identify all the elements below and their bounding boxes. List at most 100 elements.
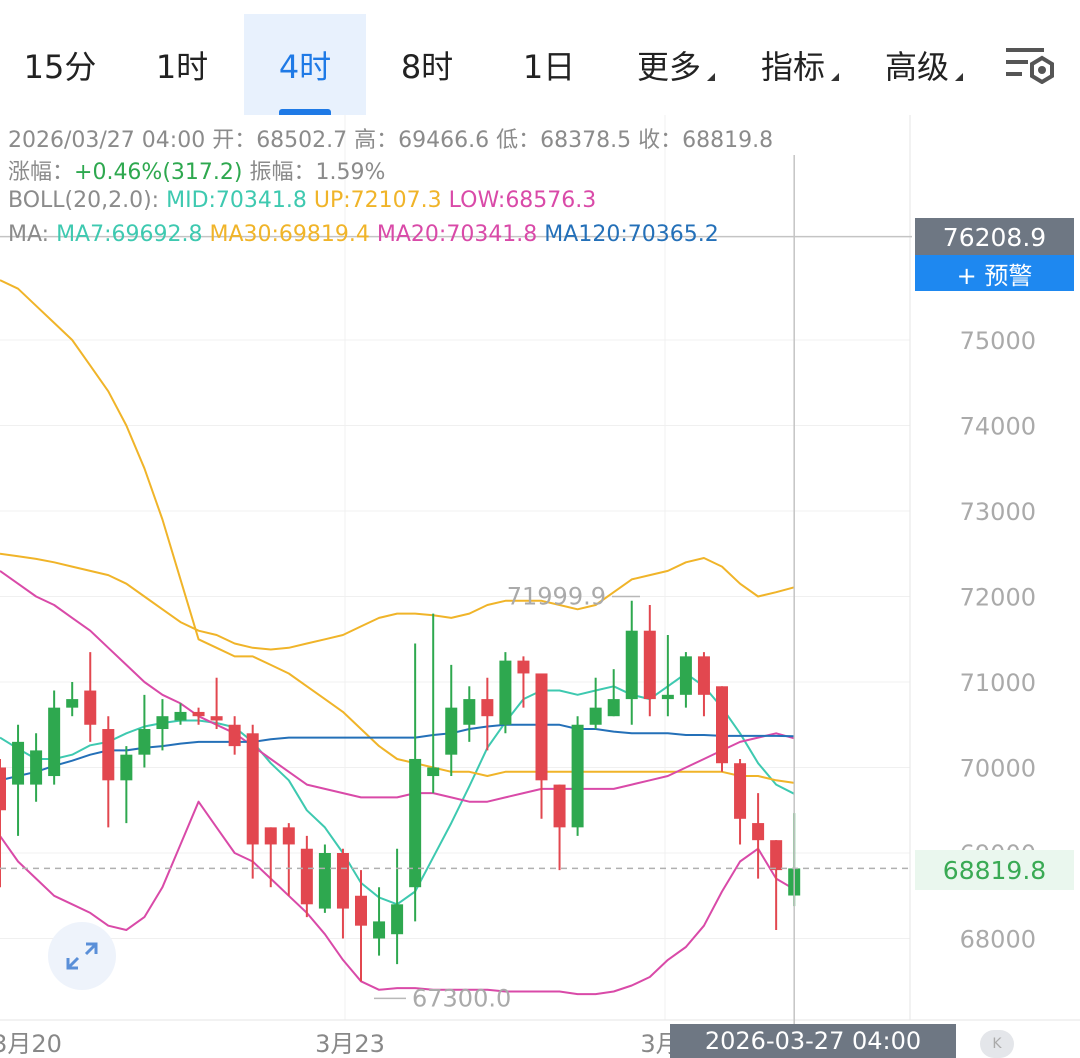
series-line-ma30 [0, 279, 795, 784]
y-tick-label: 75000 [960, 327, 1036, 355]
ma120-value: MA120:70365.2 [537, 222, 719, 247]
candle-body [571, 724, 584, 828]
y-tick-label: 71000 [960, 669, 1036, 697]
boll-mid: MID:70341.8 [166, 188, 307, 213]
kline-chart[interactable]: 7500074000730007200071000700006900068000… [0, 115, 1080, 1058]
tab-8h[interactable]: 8时 [367, 14, 487, 115]
change-label: 涨幅： [8, 160, 75, 185]
candle-body [228, 724, 241, 747]
tab-indicators[interactable]: 指标 [740, 14, 860, 115]
candle-body [0, 767, 6, 811]
tab-label: 更多 [636, 47, 701, 86]
expand-icon [66, 942, 98, 970]
boll-low: LOW:68576.3 [441, 188, 597, 213]
candle-body [661, 694, 674, 700]
y-tick-label: 74000 [960, 413, 1036, 441]
tab-label: 1日 [522, 47, 576, 86]
amplitude-label: 振幅： [242, 160, 316, 185]
boll-info: BOLL(20,2.0): MID:70341.8 UP:72107.3 LOW… [8, 188, 596, 213]
y-tick-label: 73000 [960, 498, 1036, 526]
y-tick-label: 68000 [960, 926, 1036, 954]
chart-settings-icon[interactable] [1004, 44, 1056, 84]
ohlc-info: 2026/03/27 04:00 开：68502.7 高：69466.6 低：6… [8, 128, 774, 153]
high-price-label: 71999.9 [507, 583, 606, 611]
tab-label: 高级 [884, 47, 949, 86]
candle-body [174, 711, 187, 721]
candle-body [264, 827, 277, 845]
candle-body [246, 733, 259, 845]
y-tick-label: 72000 [960, 584, 1036, 612]
fullscreen-button[interactable] [48, 922, 116, 990]
tab-label: 15分 [23, 47, 97, 86]
candle-body [535, 673, 548, 781]
tab-4h[interactable]: 4时 [244, 14, 366, 115]
candle-body [589, 707, 602, 725]
candle-body [156, 716, 169, 730]
candle-body [463, 699, 476, 725]
tab-more[interactable]: 更多 [616, 14, 736, 115]
current-price-tag: 68819.8 [915, 850, 1074, 890]
candle-body [12, 741, 25, 785]
y-tick-label: 70000 [960, 755, 1036, 783]
tab-label: 8时 [400, 47, 454, 86]
candle-body [752, 823, 765, 841]
candle-body [517, 660, 530, 674]
tab-advanced[interactable]: 高级 [864, 14, 984, 115]
candle-body [445, 707, 458, 755]
candle-body [300, 848, 313, 905]
candle-body [643, 630, 656, 700]
candle-body [355, 895, 367, 926]
dropdown-triangle-icon [955, 73, 963, 81]
candle-body [48, 707, 61, 777]
add-alert-button[interactable]: + 预警 [915, 255, 1074, 291]
candle-body [138, 729, 151, 755]
tab-label: 指标 [760, 47, 825, 86]
candle-body [391, 904, 404, 935]
ma20-value: MA20:70341.8 [369, 222, 538, 247]
candle-body [553, 784, 566, 828]
candle-body [318, 853, 331, 909]
tab-15m[interactable]: 15分 [0, 14, 120, 115]
candle-body [499, 660, 512, 725]
candle-body [282, 827, 295, 845]
x-tick-label: 3月20 [0, 1030, 62, 1058]
candle-body [120, 754, 133, 781]
ma7-value: MA7:69692.8 [56, 222, 203, 247]
candle-body [336, 853, 349, 909]
series-line-up [0, 552, 795, 651]
tab-1d[interactable]: 1日 [489, 14, 609, 115]
tab-1h[interactable]: 1时 [122, 14, 242, 115]
ma30-value: MA30:69819.4 [202, 222, 370, 247]
candle-body [481, 699, 494, 717]
candle-body [84, 690, 97, 725]
candle-body [210, 716, 223, 721]
ma-label: MA: [8, 222, 57, 247]
period-tabs: 15分 1时 4时 8时 1日 更多 指标 高级 [0, 0, 1080, 115]
candle-body [625, 630, 638, 700]
x-tick-label: 3月23 [315, 1030, 385, 1058]
candle-body [102, 729, 115, 781]
candle-body [607, 699, 620, 717]
boll-label: BOLL(20,2.0): [8, 188, 167, 213]
crosshair-price-tag: 76208.9 [915, 218, 1074, 256]
candle-body [679, 656, 692, 695]
amplitude-value: 1.59% [315, 160, 386, 185]
change-info: 涨幅：+0.46%(317.2) 振幅：1.59% [8, 154, 385, 186]
candle-body [30, 750, 43, 785]
candle-body [373, 921, 386, 939]
change-value: +0.46%(317.2) [74, 160, 243, 185]
candle-body [697, 656, 710, 695]
dropdown-triangle-icon [831, 73, 839, 81]
candle-body [734, 763, 747, 819]
kline-toggle-button[interactable]: K [980, 1030, 1014, 1058]
ma-info: MA: MA7:69692.8 MA30:69819.4 MA20:70341.… [8, 222, 719, 247]
candle-body [770, 840, 783, 871]
candle-body [427, 767, 440, 777]
dropdown-triangle-icon [707, 73, 715, 81]
boll-up: UP:72107.3 [306, 188, 442, 213]
candle-body [66, 699, 79, 708]
candle-body [716, 686, 728, 764]
tab-label: 1时 [155, 47, 209, 86]
candle-body [192, 711, 205, 717]
crosshair-time-tag: 2026-03-27 04:00 [670, 1024, 956, 1058]
